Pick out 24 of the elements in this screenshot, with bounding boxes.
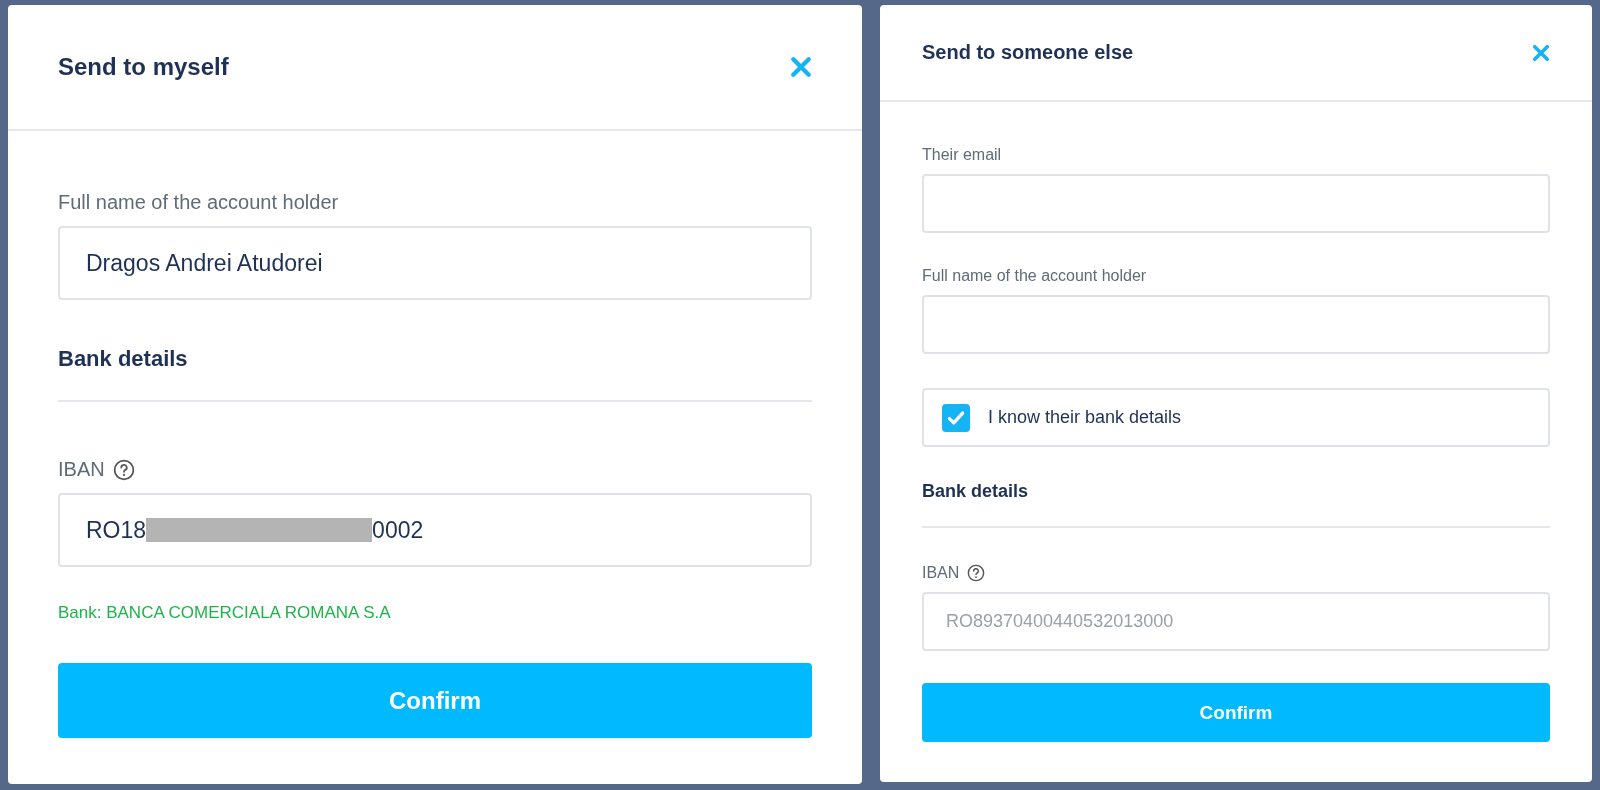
checkbox-option[interactable]: I know their bank details	[922, 388, 1550, 447]
section-heading: Bank details	[58, 346, 188, 371]
input-field[interactable]	[922, 295, 1550, 354]
checkbox[interactable]	[942, 403, 970, 432]
iban-end: 0002	[372, 516, 424, 544]
dialog-title: Send to myself	[58, 53, 229, 81]
field-label: IBAN	[922, 564, 960, 582]
input-field[interactable]	[922, 174, 1550, 233]
field-label: IBAN	[58, 458, 105, 481]
close-icon[interactable]	[790, 56, 812, 78]
section-heading: Bank details	[922, 481, 1029, 501]
bank-name: Bank: BANCA COMERCIALA ROMANA S.A	[58, 603, 392, 623]
input-field[interactable]: RO18 0002	[58, 493, 812, 567]
input-field[interactable]: Dragos Andrei Atudorei	[58, 226, 812, 300]
input-field[interactable]: RO89370400440532013000	[922, 592, 1550, 651]
help-icon[interactable]	[967, 564, 986, 582]
dialog-title: Send to someone else	[922, 41, 1134, 64]
iban-start: RO18	[86, 516, 147, 544]
close-icon[interactable]	[1532, 43, 1550, 62]
field-label: Full name of the account holder	[58, 191, 340, 214]
help-icon[interactable]	[112, 458, 135, 481]
field-label: Full name of the account holder	[922, 267, 1148, 285]
field-label: Their email	[922, 146, 1003, 164]
checkbox-label: I know their bank details	[988, 407, 1182, 428]
